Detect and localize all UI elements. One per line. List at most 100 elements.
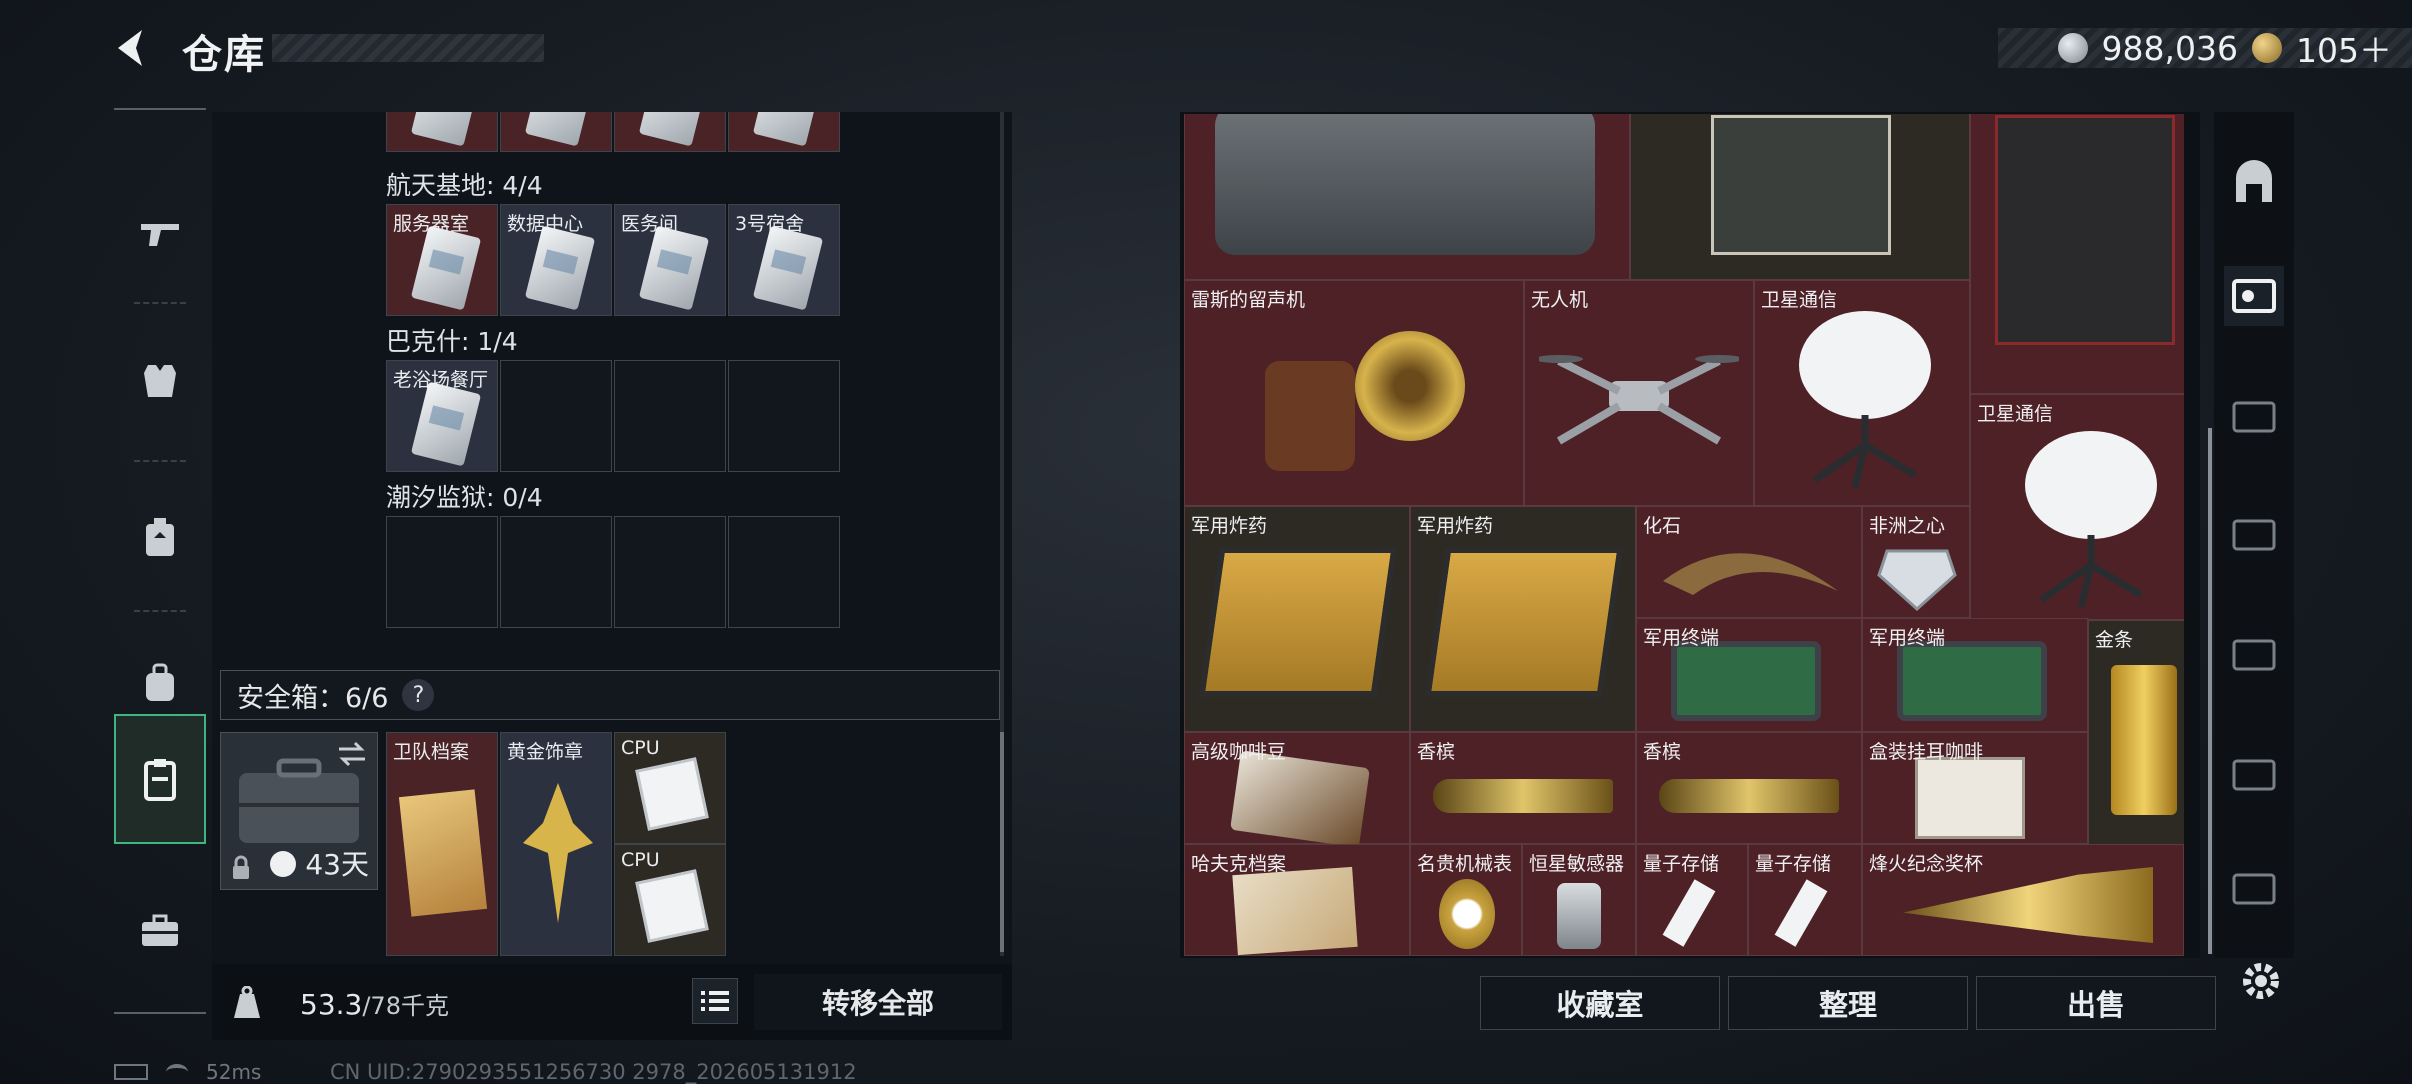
page-title: 仓库 [182, 32, 266, 78]
empty-slot[interactable] [500, 516, 612, 628]
empty-slot[interactable] [728, 360, 840, 472]
inventory-grid[interactable]: 雷斯的留声机 无人机 卫星通信 卫星通信 军用炸药 军用炸药 化石 非洲之心 军… [1184, 114, 2184, 956]
keycard-slot[interactable]: 数据中心 [500, 204, 612, 316]
collection-button[interactable]: 收藏室 [1480, 976, 1720, 1030]
fossil-claw-icon [1663, 553, 1838, 595]
category-title: 航天基地: 4/4 [386, 171, 543, 200]
clipboard-icon [144, 759, 176, 801]
list-view-button[interactable] [692, 978, 738, 1024]
gramophone-body-icon [1265, 361, 1355, 471]
inventory-item[interactable]: 恒星敏感器 [1522, 844, 1636, 956]
silver-coin-icon [2057, 33, 2088, 63]
dossier-icon [398, 789, 488, 917]
keycard-icon [524, 225, 596, 311]
empty-slot[interactable] [386, 516, 498, 628]
sidebar-item-backpack[interactable] [114, 472, 206, 602]
sell-button[interactable]: 出售 [1976, 976, 2216, 1030]
wifi-icon [166, 1064, 188, 1080]
keycard-slot[interactable] [386, 112, 498, 152]
tier-3-keycard-icon[interactable] [2224, 858, 2284, 918]
satellite-dish-icon [1799, 311, 1931, 488]
inventory-item[interactable] [1630, 114, 1970, 280]
help-icon[interactable]: ? [402, 679, 435, 711]
keycard-slot[interactable] [728, 112, 840, 152]
keycard-slot[interactable]: 3号宿舍 [728, 204, 840, 316]
inventory-item[interactable]: 香槟 [1410, 732, 1636, 844]
sidebar-item-safebox[interactable] [114, 714, 206, 844]
empty-slot[interactable] [614, 516, 726, 628]
drone-icon [1539, 355, 1739, 445]
inventory-item[interactable]: 哈夫克档案 [1184, 844, 1410, 956]
silver-amount: 988,036 [2101, 28, 2238, 68]
inventory-item[interactable]: 名贵机械表 [1410, 844, 1522, 956]
empty-slot[interactable] [728, 516, 840, 628]
keycard-slot[interactable] [500, 112, 612, 152]
sidebar-item-toolbox[interactable] [114, 866, 206, 996]
cpu-icon [635, 757, 709, 831]
inventory-item[interactable]: 军用炸药 [1184, 506, 1410, 732]
inventory-item[interactable]: 军用终端 [1636, 618, 1862, 732]
sidebar-item-armor[interactable] [114, 316, 206, 446]
inventory-item[interactable]: 卫星通信 [1754, 280, 1970, 506]
safebox-label: 安全箱：6/6 [237, 682, 389, 714]
coffee-box-icon [1915, 757, 2025, 839]
inventory-item[interactable]: 金条 [2088, 620, 2184, 846]
safebox-item[interactable]: 卫队档案 [386, 732, 498, 956]
settings-gear-icon[interactable] [2236, 956, 2286, 1006]
keycard-slot[interactable]: 老浴场餐厅 [386, 360, 498, 472]
gold-badge-icon [523, 783, 593, 923]
inventory-item[interactable] [1184, 114, 1630, 280]
category-title: 巴克什: 1/4 [386, 327, 518, 356]
safebox-item[interactable]: CPU [614, 732, 726, 844]
empty-slot[interactable] [500, 360, 612, 472]
inventory-item[interactable]: 军用炸药 [1410, 506, 1636, 732]
tier-4-keycard-icon[interactable] [2224, 386, 2284, 446]
gold-amount[interactable]: 105＋ [2296, 24, 2392, 72]
sidebar-item-weapons[interactable] [114, 170, 206, 300]
inventory-item[interactable]: 非洲之心 [1862, 506, 1970, 618]
storage-scrollbar[interactable] [1000, 112, 1004, 956]
inventory-item[interactable]: 军用终端 [1862, 618, 2088, 732]
inventory-item[interactable]: 盒装挂耳咖啡 [1862, 732, 2088, 844]
lock-icon [233, 855, 249, 879]
tier-3-keycard-icon[interactable] [2224, 624, 2284, 684]
status-bar: 52ms [114, 1060, 261, 1084]
inventory-item[interactable]: 高级咖啡豆 [1184, 732, 1410, 848]
tier-4-keycard-icon[interactable] [2224, 504, 2284, 564]
empty-slot[interactable] [614, 360, 726, 472]
swap-icon [339, 741, 365, 767]
inventory-item[interactable]: 香槟 [1636, 732, 1862, 844]
arrange-button[interactable]: 整理 [1728, 976, 1968, 1030]
inventory-item[interactable]: 雷斯的留声机 [1184, 280, 1524, 506]
keycard-icon [638, 225, 710, 311]
base-icon[interactable] [2224, 152, 2284, 212]
keycard-tab-icon[interactable] [2224, 266, 2284, 326]
inventory-item[interactable]: 无人机 [1524, 280, 1754, 506]
transfer-all-button[interactable]: 转移全部 [754, 974, 1002, 1030]
inventory-item[interactable]: 量子存储 [1636, 844, 1748, 956]
sidebar-separator [134, 460, 186, 462]
safebox-item[interactable]: 黄金饰章 [500, 732, 612, 956]
inventory-item[interactable]: 卫星通信 [1970, 394, 2184, 620]
inventory-item[interactable]: 烽火纪念奖杯 [1862, 844, 2184, 956]
keycard-slot[interactable]: 服务器室 [386, 204, 498, 316]
footer-bar: 53.3/78千克 转移全部 [212, 964, 1012, 1040]
keycard-slot[interactable]: 医务间 [614, 204, 726, 316]
back-arrow-icon[interactable] [110, 26, 154, 70]
inventory-item[interactable] [1970, 114, 2184, 394]
safebox-item[interactable]: CPU [614, 844, 726, 956]
safebox-case[interactable]: 43天 [220, 732, 378, 890]
keycard-slot[interactable] [614, 112, 726, 152]
inventory-item[interactable]: 量子存储 [1748, 844, 1862, 956]
inventory-scrollbar[interactable] [2208, 428, 2212, 954]
storage-list[interactable]: 航天基地: 4/4 服务器室 数据中心 医务间 3号宿舍 巴克什: 1/4 老浴… [212, 112, 1002, 660]
tier-3-keycard-icon[interactable] [2224, 744, 2284, 804]
sidebar-separator [134, 302, 186, 304]
vest-icon [144, 365, 176, 397]
trophy-icon [1903, 867, 2153, 943]
inventory-item[interactable]: 化石 [1636, 506, 1862, 618]
keycard-icon [410, 381, 482, 467]
ping-readout: 52ms [206, 1060, 262, 1084]
weight-icon [234, 986, 260, 1018]
clock-icon [270, 851, 297, 877]
